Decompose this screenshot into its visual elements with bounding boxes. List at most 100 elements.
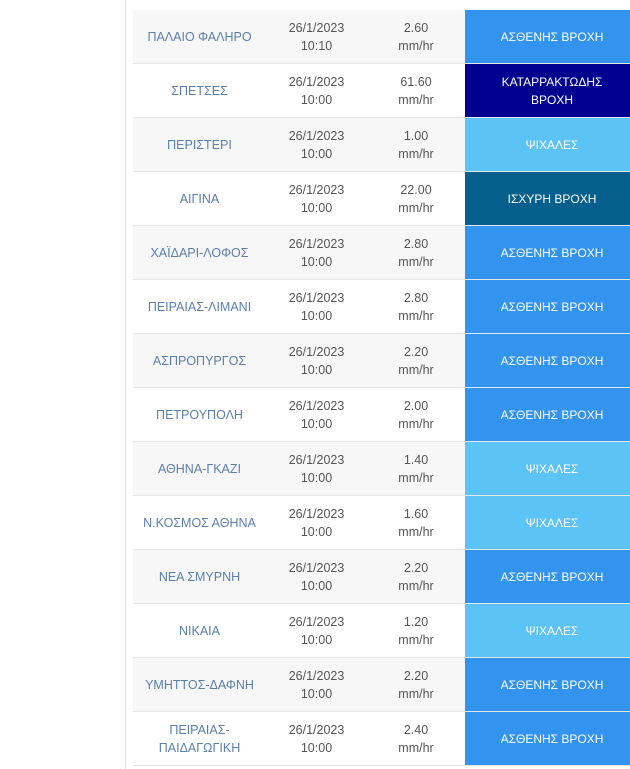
station-cell: ΝΕΑ ΣΜΥΡΝΗ — [133, 549, 266, 604]
date-text: 26/1/2023 — [288, 236, 345, 251]
rain-level-label: ΑΣΘΕΝΗΣ ΒΡΟΧΗ — [500, 569, 604, 584]
rain-rate-cell: 22.00 mm/hr — [367, 171, 465, 226]
rain-rate-cell: 2.00 mm/hr — [367, 387, 465, 442]
rain-level-label: ΨΙΧΑΛΕΣ — [525, 137, 579, 152]
rain-level-badge: ΑΣΘΕΝΗΣ ΒΡΟΧΗ — [465, 225, 630, 280]
rain-rate-unit: mm/hr — [398, 146, 434, 161]
station-name: ΝΙΚΑΙΑ — [179, 623, 220, 638]
time-text: 10:00 — [300, 146, 333, 161]
rain-rate-value: 2.20 — [403, 560, 429, 575]
table-row: ΠΕΙΡΑΙΑΣ- ΠΑΙΔΑΓΩΓΙΚΗ 26/1/2023 10:00 2.40 mm… — [133, 711, 630, 766]
rain-rate-cell: 2.20 mm/hr — [367, 657, 465, 712]
station-name: Ν.ΚΟΣΜΟΣ ΑΘΗΝΑ — [143, 515, 256, 530]
sidebar-divider — [125, 0, 126, 769]
rain-rate-value: 2.20 — [403, 668, 429, 683]
rain-level-badge: ΨΙΧΑΛΕΣ — [465, 441, 630, 496]
rain-rate-value: 1.40 — [403, 452, 429, 467]
timestamp-cell: 26/1/2023 10:00 — [266, 333, 367, 388]
rain-level-label: ΨΙΧΑΛΕΣ — [525, 623, 579, 638]
rain-level-badge: ΑΣΘΕΝΗΣ ΒΡΟΧΗ — [465, 711, 630, 766]
table-row: ΑΘΗΝΑ-ΓΚΑΖΙ 26/1/2023 10:00 1.40 mm/hr ΨΙΧΑΛΕ… — [133, 441, 630, 496]
station-name: ΑΙΓΙΝΑ — [179, 191, 220, 206]
rain-rate-unit: mm/hr — [398, 686, 434, 701]
rain-rate-unit: mm/hr — [398, 578, 434, 593]
date-text: 26/1/2023 — [288, 560, 345, 575]
rain-level-badge: ΚΑΤΑΡΡΑΚΤΩΔΗΣ ΒΡΟΧΗ — [465, 63, 630, 118]
date-text: 26/1/2023 — [288, 128, 345, 143]
station-cell: ΝΙΚΑΙΑ — [133, 603, 266, 658]
rain-rate-value: 61.60 — [400, 74, 432, 89]
rain-level-label: ΨΙΧΑΛΕΣ — [525, 515, 579, 530]
time-text: 10:00 — [300, 200, 333, 215]
rain-level-label: ΚΑΤΑΡΡΑΚΤΩΔΗΣ — [501, 74, 603, 89]
rain-rate-unit: mm/hr — [398, 524, 434, 539]
rain-level-badge: ΑΣΘΕΝΗΣ ΒΡΟΧΗ — [465, 657, 630, 712]
rain-rate-unit: mm/hr — [398, 416, 434, 431]
station-name-line: ΠΕΙΡΑΙΑΣ- — [169, 722, 230, 737]
station-name-line: ΠΑΙΔΑΓΩΓΙΚΗ — [158, 740, 241, 755]
table-row: ΠΕΡΙΣΤΕΡΙ 26/1/2023 10:00 1.00 mm/hr ΨΙΧΑΛΕΣ — [133, 117, 630, 172]
timestamp-cell: 26/1/2023 10:00 — [266, 657, 367, 712]
rain-rate-unit: mm/hr — [398, 470, 434, 485]
rain-level-badge: ΑΣΘΕΝΗΣ ΒΡΟΧΗ — [465, 279, 630, 334]
date-text: 26/1/2023 — [288, 506, 345, 521]
rain-rate-cell: 1.60 mm/hr — [367, 495, 465, 550]
rain-rate-cell: 61.60 mm/hr — [367, 63, 465, 118]
time-text: 10:00 — [300, 416, 333, 431]
rain-level-label: ΒΡΟΧΗ — [530, 92, 573, 107]
date-text: 26/1/2023 — [288, 452, 345, 467]
rain-rate-value: 2.40 — [403, 722, 429, 737]
page: ΠΑΛΑΙΟ ΦΑΛΗΡΟ 26/1/2023 10:10 2.60 mm/hr ΑΣΘΕ… — [0, 0, 630, 769]
table-row: ΧΑΪΔΑΡΙ-ΛΟΦΟΣ 26/1/2023 10:00 2.80 mm/hr ΑΣΘΕ… — [133, 225, 630, 280]
time-text: 10:00 — [300, 362, 333, 377]
station-cell: ΥΜΗΤΤΟΣ-ΔΑΦΝΗ — [133, 657, 266, 712]
rain-rate-unit: mm/hr — [398, 632, 434, 647]
rain-level-label: ΑΣΘΕΝΗΣ ΒΡΟΧΗ — [500, 245, 604, 260]
rain-rate-cell: 2.80 mm/hr — [367, 225, 465, 280]
rain-rate-cell: 2.20 mm/hr — [367, 333, 465, 388]
timestamp-cell: 26/1/2023 10:00 — [266, 171, 367, 226]
table-row: ΝΙΚΑΙΑ 26/1/2023 10:00 1.20 mm/hr ΨΙΧΑΛΕΣ — [133, 603, 630, 658]
rain-stations-table: ΠΑΛΑΙΟ ΦΑΛΗΡΟ 26/1/2023 10:10 2.60 mm/hr ΑΣΘΕ… — [133, 10, 630, 766]
rain-rate-cell: 1.20 mm/hr — [367, 603, 465, 658]
station-cell: ΠΑΛΑΙΟ ΦΑΛΗΡΟ — [133, 10, 266, 64]
rain-rate-unit: mm/hr — [398, 92, 434, 107]
rain-level-label: ΑΣΘΕΝΗΣ ΒΡΟΧΗ — [500, 677, 604, 692]
rain-rate-cell: 2.80 mm/hr — [367, 279, 465, 334]
timestamp-cell: 26/1/2023 10:00 — [266, 279, 367, 334]
rain-level-label: ΑΣΘΕΝΗΣ ΒΡΟΧΗ — [500, 299, 604, 314]
station-cell: ΠΕΡΙΣΤΕΡΙ — [133, 117, 266, 172]
time-text: 10:00 — [300, 470, 333, 485]
rain-level-label: ΑΣΘΕΝΗΣ ΒΡΟΧΗ — [500, 731, 604, 746]
rain-level-badge: ΨΙΧΑΛΕΣ — [465, 603, 630, 658]
rain-level-label: ΑΣΘΕΝΗΣ ΒΡΟΧΗ — [500, 29, 604, 44]
rain-rate-value: 2.80 — [403, 236, 429, 251]
timestamp-cell: 26/1/2023 10:00 — [266, 225, 367, 280]
date-text: 26/1/2023 — [288, 668, 345, 683]
date-text: 26/1/2023 — [288, 182, 345, 197]
time-text: 10:00 — [300, 524, 333, 539]
time-text: 10:00 — [300, 686, 333, 701]
station-name: ΝΕΑ ΣΜΥΡΝΗ — [158, 569, 241, 584]
rain-rate-unit: mm/hr — [398, 308, 434, 323]
table-row: ΥΜΗΤΤΟΣ-ΔΑΦΝΗ 26/1/2023 10:00 2.20 mm/hr ΑΣΘΕ… — [133, 657, 630, 712]
date-text: 26/1/2023 — [288, 722, 345, 737]
rain-rate-unit: mm/hr — [398, 362, 434, 377]
timestamp-cell: 26/1/2023 10:00 — [266, 387, 367, 442]
date-text: 26/1/2023 — [288, 20, 345, 35]
date-text: 26/1/2023 — [288, 398, 345, 413]
date-text: 26/1/2023 — [288, 614, 345, 629]
time-text: 10:00 — [300, 254, 333, 269]
rain-level-label: ΑΣΘΕΝΗΣ ΒΡΟΧΗ — [500, 407, 604, 422]
rain-rate-value: 1.00 — [403, 128, 429, 143]
station-cell: ΠΕΙΡΑΙΑΣ- ΠΑΙΔΑΓΩΓΙΚΗ — [133, 711, 266, 766]
rain-rate-value: 2.00 — [403, 398, 429, 413]
timestamp-cell: 26/1/2023 10:00 — [266, 441, 367, 496]
rain-rate-value: 22.00 — [400, 182, 432, 197]
rain-rate-value: 1.60 — [403, 506, 429, 521]
station-cell: ΑΘΗΝΑ-ΓΚΑΖΙ — [133, 441, 266, 496]
station-cell: ΠΕΤΡΟΥΠΟΛΗ — [133, 387, 266, 442]
rain-rate-cell: 1.40 mm/hr — [367, 441, 465, 496]
station-cell: ΧΑΪΔΑΡΙ-ΛΟΦΟΣ — [133, 225, 266, 280]
time-text: 10:00 — [300, 308, 333, 323]
